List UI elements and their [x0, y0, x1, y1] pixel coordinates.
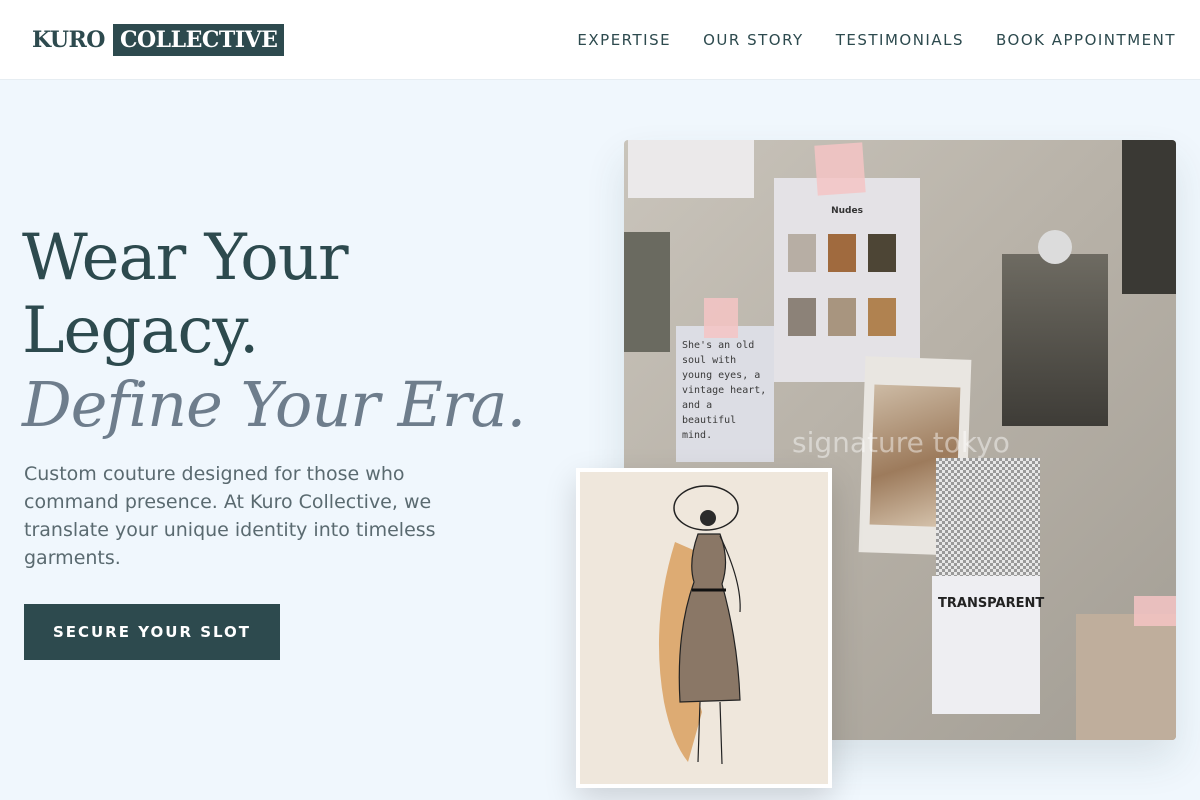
secure-slot-button[interactable]: SECURE YOUR SLOT: [24, 604, 280, 660]
swatch-card: Nudes: [774, 178, 920, 382]
fashion-sketch-photo: [576, 468, 832, 788]
brand-logo[interactable]: KURO COLLECTIVE: [32, 24, 285, 56]
hero-subtitle: Custom couture designed for those who co…: [24, 463, 436, 569]
nav-link-expertise[interactable]: EXPERTISE: [577, 31, 671, 49]
main-nav: EXPERTISE OUR STORY TESTIMONIALS BOOK AP…: [577, 0, 1176, 80]
sketch-head: [700, 510, 716, 526]
hero-title-line2: Legacy.: [22, 294, 259, 368]
watermark-text: signature tokyo: [792, 426, 1010, 459]
pin-circle: [1038, 230, 1072, 264]
tape-strip: [814, 142, 866, 196]
site-header: KURO COLLECTIVE EXPERTISE OUR STORY TEST…: [0, 0, 1200, 80]
swatch-color: [868, 298, 896, 336]
nav-link-our-story[interactable]: OUR STORY: [703, 31, 804, 49]
tape-strip: [704, 298, 738, 338]
moodboard-card-top: [628, 140, 754, 198]
moodboard-beige-card: [1076, 614, 1176, 740]
fashion-sketch-image: [580, 472, 828, 784]
logo-word-kuro: KURO: [32, 27, 105, 53]
hero-title: Wear Your Legacy. Define Your Era.: [22, 221, 582, 442]
swatch-color: [788, 298, 816, 336]
swatch-color: [868, 234, 896, 272]
quote-note-text: She's an old soul with young eyes, a vin…: [682, 340, 767, 441]
logo-word-collective: COLLECTIVE: [112, 24, 285, 56]
swatch-color: [788, 234, 816, 272]
tape-strip: [1134, 596, 1176, 626]
swatch-color: [828, 234, 856, 272]
checker-card: [936, 458, 1040, 592]
hero-title-line1: Wear Your: [22, 221, 349, 295]
moodboard-stripe-photo: [1002, 254, 1108, 426]
hero-title-line3: Define Your Era.: [22, 368, 526, 441]
moodboard-dark-photo-left: [624, 232, 670, 352]
transparent-label-card: TRANSPARENT: [932, 576, 1045, 714]
fashion-sketch-illustration: [658, 485, 741, 765]
moodboard-dark-photo-right: [1122, 140, 1176, 294]
nav-link-book-appointment[interactable]: BOOK APPOINTMENT: [996, 31, 1176, 49]
transparent-card-title: TRANSPARENT: [938, 596, 1045, 611]
swatch-color: [828, 298, 856, 336]
swatch-card-title: Nudes: [831, 206, 863, 216]
nav-link-testimonials[interactable]: TESTIMONIALS: [836, 31, 964, 49]
quote-note-card: She's an old soul with young eyes, a vin…: [676, 326, 774, 462]
